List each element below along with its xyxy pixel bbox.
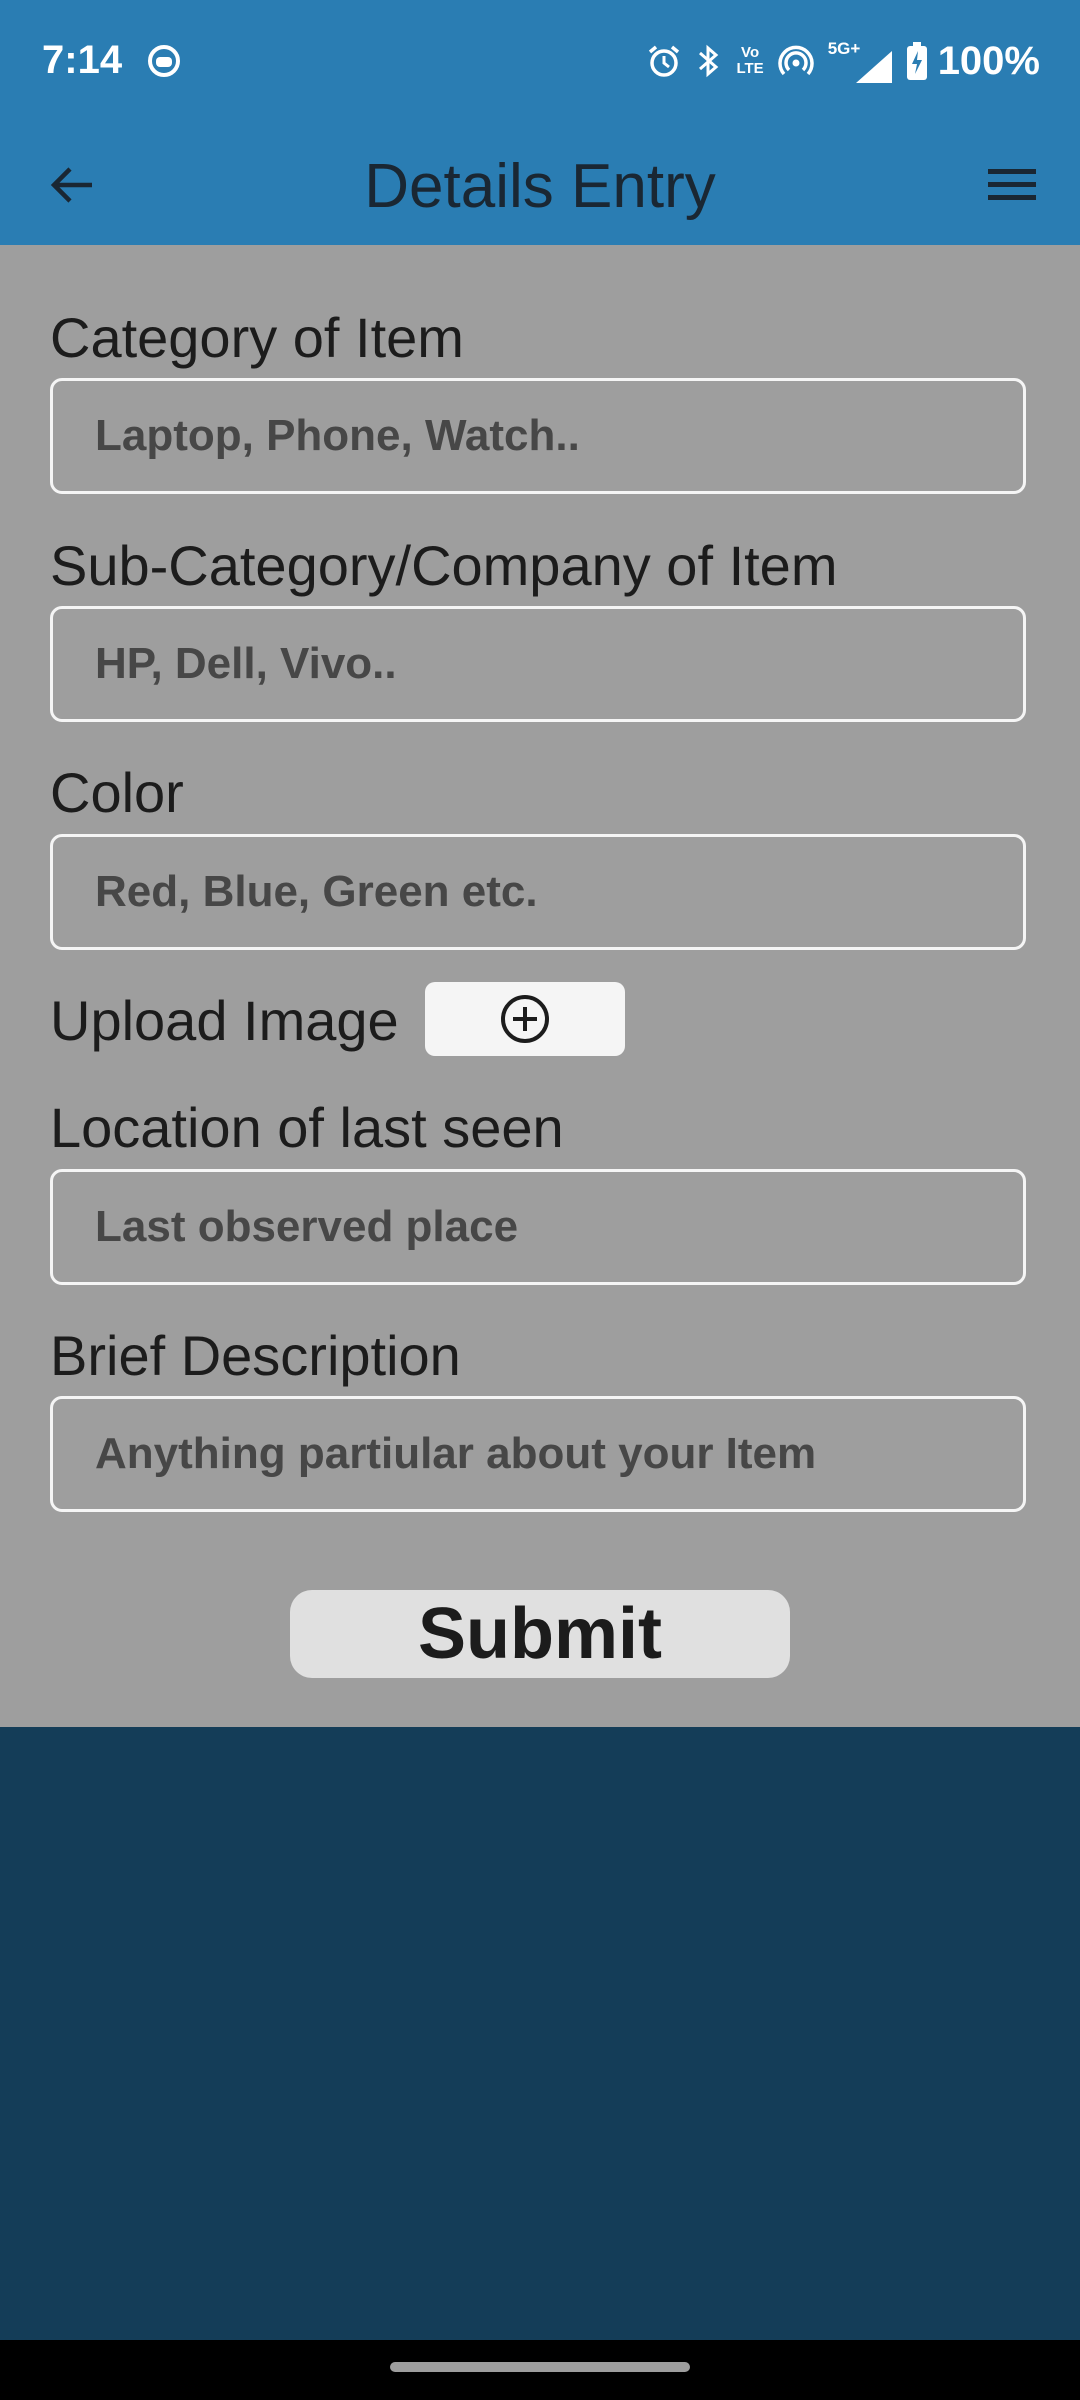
- subcategory-label: Sub-Category/Company of Item: [50, 534, 838, 597]
- location-label: Location of last seen: [50, 1096, 564, 1159]
- form-area: Category of Item Sub-Category/Company of…: [0, 245, 1080, 1727]
- empty-area: [0, 1727, 1080, 2340]
- battery-icon: [906, 42, 928, 80]
- app-bar: Details Entry: [0, 125, 1080, 245]
- volte-top-label: Vo: [741, 44, 760, 61]
- submit-button[interactable]: Submit: [290, 1590, 790, 1678]
- status-bar: 7:14 Vo LTE 5G+ 100%: [0, 0, 1080, 125]
- category-input[interactable]: [50, 378, 1026, 494]
- menu-button[interactable]: [980, 153, 1044, 217]
- menu-icon: [988, 169, 1036, 200]
- color-label: Color: [50, 761, 184, 824]
- android-face-icon: [147, 44, 181, 78]
- alarm-icon: [646, 43, 682, 79]
- signal-5g-icon: 5G+: [828, 39, 892, 83]
- battery-percent: 100%: [937, 38, 1040, 83]
- upload-image-button[interactable]: [425, 982, 625, 1056]
- description-input[interactable]: [50, 1396, 1026, 1512]
- status-time: 7:14: [42, 38, 123, 82]
- add-circle-icon: [501, 995, 549, 1043]
- subcategory-input[interactable]: [50, 606, 1026, 722]
- home-handle[interactable]: [390, 2362, 690, 2372]
- color-input[interactable]: [50, 834, 1026, 950]
- upload-image-label: Upload Image: [50, 989, 399, 1052]
- status-icons: Vo LTE 5G+ 100%: [646, 36, 1040, 86]
- bluetooth-icon: [696, 43, 722, 79]
- volte-bottom-label: LTE: [736, 60, 764, 77]
- page-title: Details Entry: [364, 152, 716, 221]
- location-input[interactable]: [50, 1169, 1026, 1285]
- hotspot-icon: [777, 43, 814, 79]
- category-label: Category of Item: [50, 306, 464, 369]
- volte-icon: Vo LTE: [736, 45, 763, 77]
- description-label: Brief Description: [50, 1324, 461, 1387]
- navigation-bar: [0, 2340, 1080, 2400]
